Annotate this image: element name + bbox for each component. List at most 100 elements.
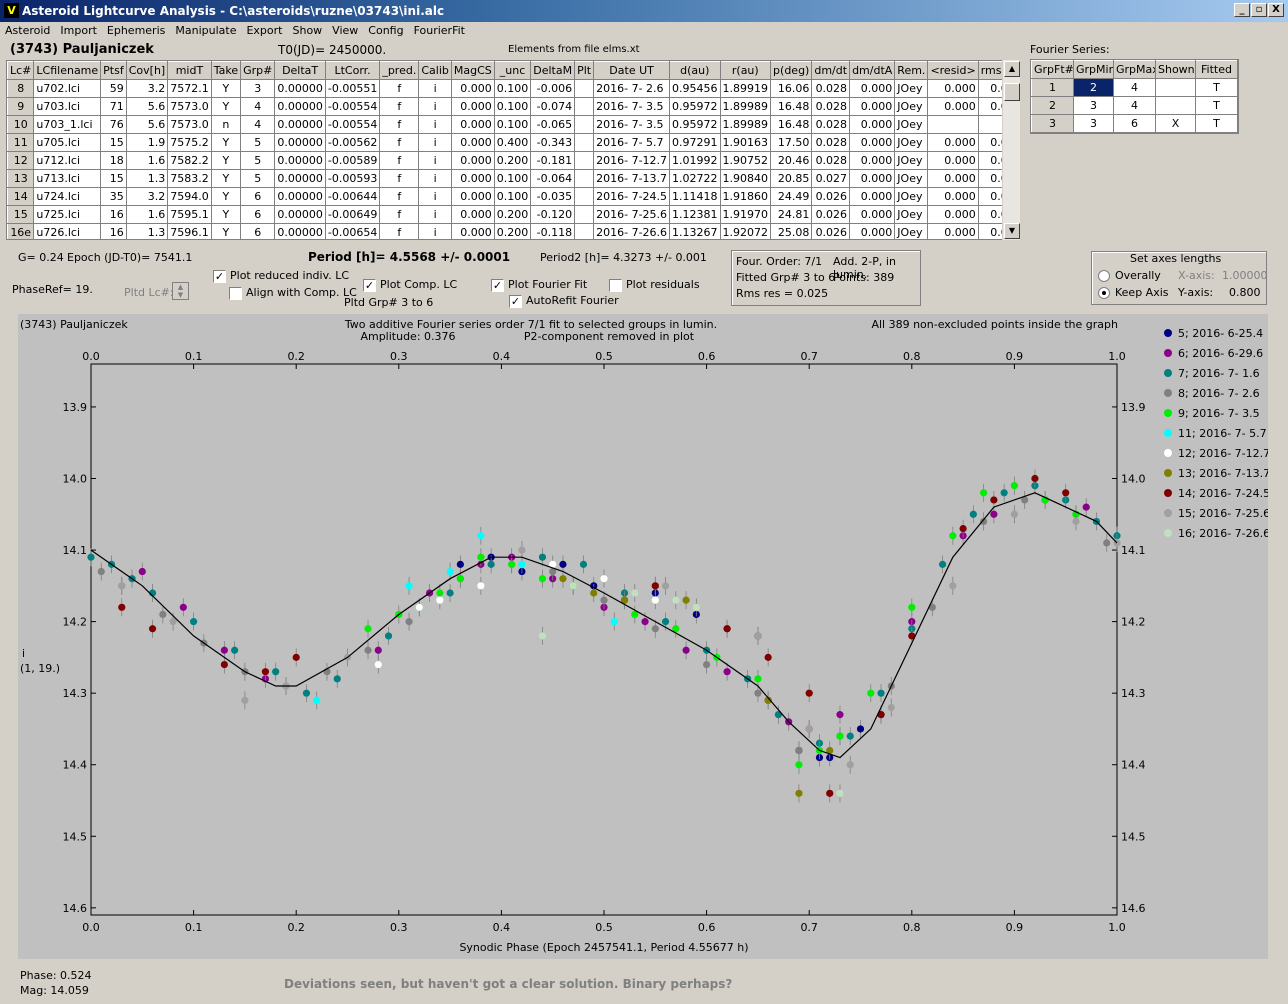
table-cell[interactable]: 1.92072 [719, 223, 772, 239]
menu-asteroid[interactable]: Asteroid [0, 22, 55, 37]
table-cell[interactable]: -0.00554 [324, 97, 381, 116]
table-cell[interactable]: 25.08 [770, 223, 813, 239]
plot-fourier-checkbox[interactable]: ✓ Plot Fourier Fit [491, 278, 587, 292]
table-cell[interactable] [574, 223, 595, 239]
lc-col-header[interactable]: Ptsf [100, 61, 127, 80]
table-cell[interactable]: 2016- 7-13.7 [593, 169, 671, 188]
table-cell[interactable]: 71 [100, 97, 127, 116]
table-row[interactable]: 14 u724.lci 35 3.2 7594.0 Y 6 0.00000 -0.00644 f i… [7, 187, 1019, 206]
table-cell[interactable]: 6 [240, 223, 276, 239]
table-cell[interactable]: i [418, 205, 452, 224]
table-row[interactable]: 16e u726.lci 16 1.3 7596.1 Y 6 0.00000 -0.00654 f… [7, 223, 1019, 239]
table-cell[interactable]: 2016- 7-24.5 [593, 187, 671, 206]
table-cell[interactable] [574, 79, 595, 98]
table-cell[interactable]: 2 [1073, 78, 1114, 97]
lc-col-header[interactable]: Cov[h] [125, 61, 169, 80]
table-cell[interactable]: i [418, 79, 452, 98]
row-header[interactable]: 16e [7, 223, 35, 239]
table-cell[interactable]: Y [210, 79, 242, 98]
table-row[interactable]: 11 u705.lci 15 1.9 7575.2 Y 5 0.00000 -0.00562 f i… [7, 133, 1019, 152]
table-cell[interactable]: 15 [100, 169, 127, 188]
table-cell[interactable]: 16.48 [770, 115, 813, 134]
table-cell[interactable]: JOey [894, 169, 929, 188]
table-cell[interactable]: 1.91970 [719, 205, 772, 224]
table-cell[interactable]: 1.89989 [719, 97, 772, 116]
table-cell[interactable]: 5 [240, 169, 276, 188]
table-cell[interactable]: f [379, 97, 420, 116]
table-cell[interactable]: -0.064 [530, 169, 576, 188]
table-cell[interactable]: f [379, 79, 420, 98]
table-cell[interactable]: i [418, 169, 452, 188]
lc-col-header[interactable]: DeltaM [530, 61, 576, 80]
table-cell[interactable]: -0.120 [530, 205, 576, 224]
table-cell[interactable]: -0.065 [530, 115, 576, 134]
row-header[interactable]: 3 [1031, 114, 1074, 133]
table-cell[interactable]: 1.90752 [719, 151, 772, 170]
table-cell[interactable]: -0.00562 [324, 133, 381, 152]
align-comp-checkbox[interactable]: Align with Comp. LC [229, 286, 357, 300]
table-cell[interactable]: 0.100 [493, 115, 532, 134]
table-cell[interactable]: Y [210, 133, 242, 152]
row-header[interactable]: 13 [7, 169, 35, 188]
table-cell[interactable]: Y [210, 205, 242, 224]
lc-col-header[interactable]: DeltaT [274, 61, 326, 80]
table-cell[interactable]: 1.91860 [719, 187, 772, 206]
autorefit-checkbox[interactable]: ✓ AutoRefit Fourier [509, 294, 619, 308]
table-cell[interactable]: 0.00000 [274, 169, 326, 188]
lc-col-header[interactable]: Take [210, 61, 242, 80]
table-cell[interactable]: T [1195, 114, 1238, 133]
table-cell[interactable]: f [379, 223, 420, 239]
table-cell[interactable]: 0.000 [849, 133, 896, 152]
table-cell[interactable]: 2016- 7-12.7 [593, 151, 671, 170]
lc-col-header[interactable]: LCfilename [33, 61, 102, 80]
table-cell[interactable]: f [379, 205, 420, 224]
table-cell[interactable]: 0.200 [493, 223, 532, 239]
table-cell[interactable]: JOey [894, 115, 929, 134]
table-cell[interactable]: 0.000 [450, 169, 495, 188]
table-cell[interactable]: -0.343 [530, 133, 576, 152]
table-cell[interactable]: i [418, 115, 452, 134]
table-cell[interactable]: 7575.2 [167, 133, 212, 152]
table-cell[interactable]: 16 [100, 205, 127, 224]
table-cell[interactable]: 1.01992 [669, 151, 721, 170]
table-cell[interactable]: T [1195, 96, 1238, 115]
table-cell[interactable]: -0.118 [530, 223, 576, 239]
table-cell[interactable]: 0.000 [450, 97, 495, 116]
table-cell[interactable]: -0.181 [530, 151, 576, 170]
table-cell[interactable]: 0.000 [849, 187, 896, 206]
table-cell[interactable]: Y [210, 169, 242, 188]
table-cell[interactable]: 76 [100, 115, 127, 134]
xaxis-value[interactable]: 1.00000 [1222, 269, 1268, 282]
table-cell[interactable]: 1.11418 [669, 187, 721, 206]
table-cell[interactable]: f [379, 115, 420, 134]
table-cell[interactable]: 4 [240, 115, 276, 134]
table-cell[interactable]: 59 [100, 79, 127, 98]
table-cell[interactable]: 0.026 [811, 187, 851, 206]
table-cell[interactable]: 0.97291 [669, 133, 721, 152]
row-header[interactable]: 14 [7, 187, 35, 206]
fourier-col-header[interactable]: GrpFt# [1031, 60, 1074, 79]
table-cell[interactable]: 5 [240, 133, 276, 152]
lc-col-header[interactable]: Calib [418, 61, 452, 80]
table-cell[interactable]: 0.000 [927, 97, 979, 116]
table-cell[interactable]: 0.100 [493, 169, 532, 188]
lc-col-header[interactable]: LtCorr. [324, 61, 381, 80]
table-cell[interactable] [1155, 96, 1196, 115]
table-cell[interactable]: 1.13267 [669, 223, 721, 239]
table-cell[interactable]: JOey [894, 151, 929, 170]
table-cell[interactable]: i [418, 133, 452, 152]
table-cell[interactable]: JOey [894, 205, 929, 224]
fourier-col-header[interactable]: GrpMax [1113, 60, 1156, 79]
table-cell[interactable]: u702.lci [33, 79, 102, 98]
table-cell[interactable] [574, 169, 595, 188]
table-cell[interactable]: 5.6 [125, 97, 169, 116]
table-cell[interactable]: 6 [240, 205, 276, 224]
table-cell[interactable]: u726.lci [33, 223, 102, 239]
table-cell[interactable]: 7573.0 [167, 115, 212, 134]
table-cell[interactable]: 0.000 [450, 187, 495, 206]
table-cell[interactable]: 24.81 [770, 205, 813, 224]
lc-col-header[interactable]: midT [167, 61, 212, 80]
table-cell[interactable]: 3 [240, 79, 276, 98]
table-cell[interactable]: 0.100 [493, 187, 532, 206]
table-cell[interactable]: 0.000 [927, 79, 979, 98]
